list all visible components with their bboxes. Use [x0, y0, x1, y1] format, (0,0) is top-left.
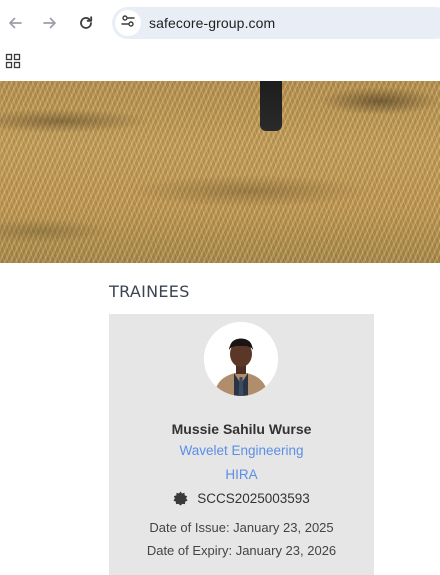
- issue-date: Date of Issue: January 23, 2025: [149, 520, 334, 535]
- forward-arrow-icon[interactable]: [36, 9, 64, 37]
- person-silhouette: [260, 81, 282, 131]
- back-arrow-icon[interactable]: [1, 9, 29, 37]
- company-link[interactable]: Wavelet Engineering: [109, 443, 374, 458]
- hero-image: [0, 81, 440, 263]
- browser-toolbar: safecore-group.com: [0, 0, 440, 46]
- address-bar[interactable]: safecore-group.com: [112, 7, 440, 39]
- site-info-button[interactable]: [115, 10, 141, 36]
- certificate-number: SCCS2025003593: [197, 490, 310, 506]
- section-title: TRAINEES: [109, 282, 190, 301]
- expiry-date: Date of Expiry: January 23, 2026: [146, 543, 337, 558]
- avatar: [204, 322, 278, 396]
- url-text[interactable]: safecore-group.com: [149, 15, 275, 31]
- tune-icon: [121, 14, 135, 33]
- bookmarks-bar: [0, 46, 440, 80]
- reload-icon[interactable]: [72, 9, 100, 37]
- trainee-card: Mussie Sahilu Wurse Wavelet Engineering …: [109, 314, 374, 575]
- certificate-badge-icon: [173, 490, 188, 506]
- apps-grid-icon[interactable]: [5, 53, 21, 69]
- trainee-name: Mussie Sahilu Wurse: [171, 421, 312, 437]
- course-link[interactable]: HIRA: [109, 467, 374, 482]
- certificate-row: SCCS2025003593: [109, 489, 374, 507]
